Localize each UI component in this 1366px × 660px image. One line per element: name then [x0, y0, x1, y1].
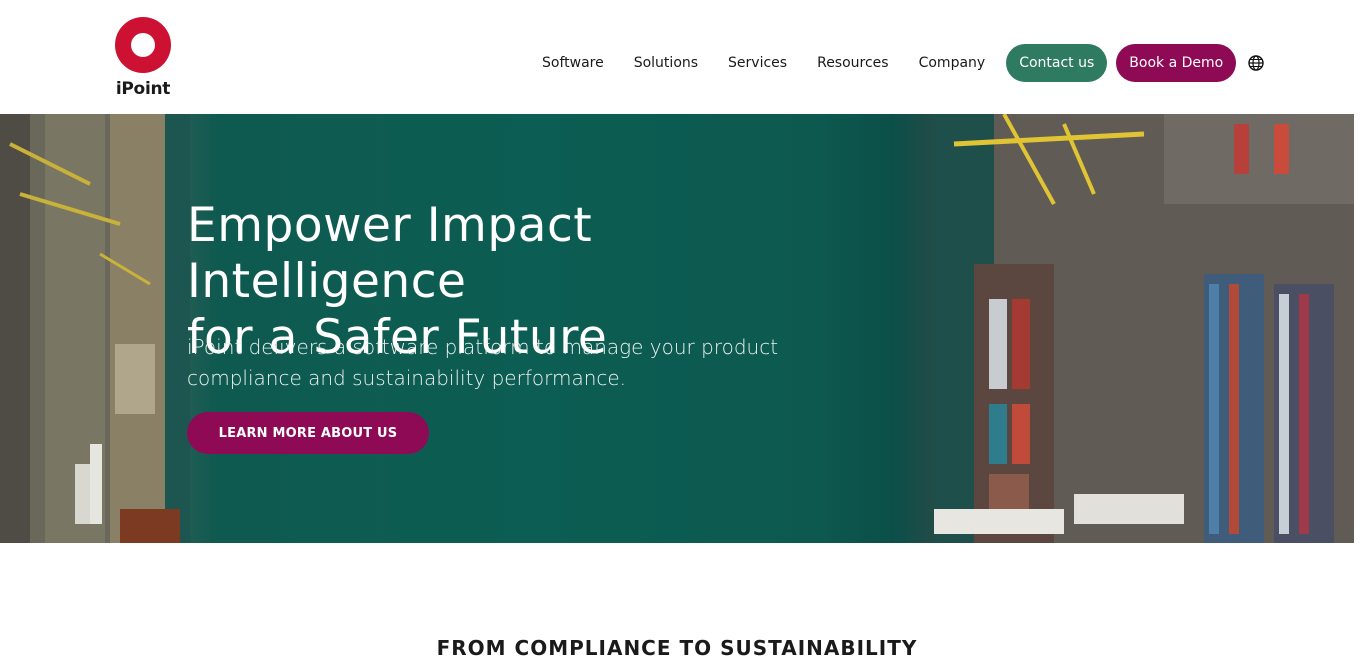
logo-mark-icon	[115, 17, 171, 73]
port-aerial-image-right	[934, 114, 1354, 543]
port-aerial-image-left	[0, 114, 190, 543]
hero-banner: Empower Impact Intelligence for a Safer …	[0, 114, 1354, 543]
learn-more-button[interactable]: LEARN MORE ABOUT US	[187, 412, 429, 454]
section-heading: FROM COMPLIANCE TO SUSTAINABILITY	[436, 636, 918, 660]
ipoint-logo[interactable]: iPoint	[114, 17, 172, 99]
site-header: iPoint Software Solutions Services Resou…	[0, 0, 1366, 114]
nav-services[interactable]: Services	[713, 55, 802, 71]
hero-title-line1: Empower Impact Intelligence	[187, 198, 593, 309]
globe-icon[interactable]	[1248, 55, 1264, 71]
main-nav: Software Solutions Services Resources Co…	[527, 44, 1264, 82]
nav-resources[interactable]: Resources	[802, 55, 904, 71]
nav-solutions[interactable]: Solutions	[619, 55, 713, 71]
contact-us-button[interactable]: Contact us	[1006, 44, 1108, 82]
book-demo-button[interactable]: Book a Demo	[1116, 44, 1237, 82]
hero-subtitle-line1: iPoint delivers a software platform to m…	[187, 335, 779, 359]
hero-subtitle: iPoint delivers a software platform to m…	[187, 332, 827, 394]
hero-subtitle-line2: compliance and sustainability performanc…	[187, 366, 627, 390]
nav-software[interactable]: Software	[527, 55, 619, 71]
nav-company[interactable]: Company	[904, 55, 1001, 71]
logo-text: iPoint	[115, 79, 171, 99]
